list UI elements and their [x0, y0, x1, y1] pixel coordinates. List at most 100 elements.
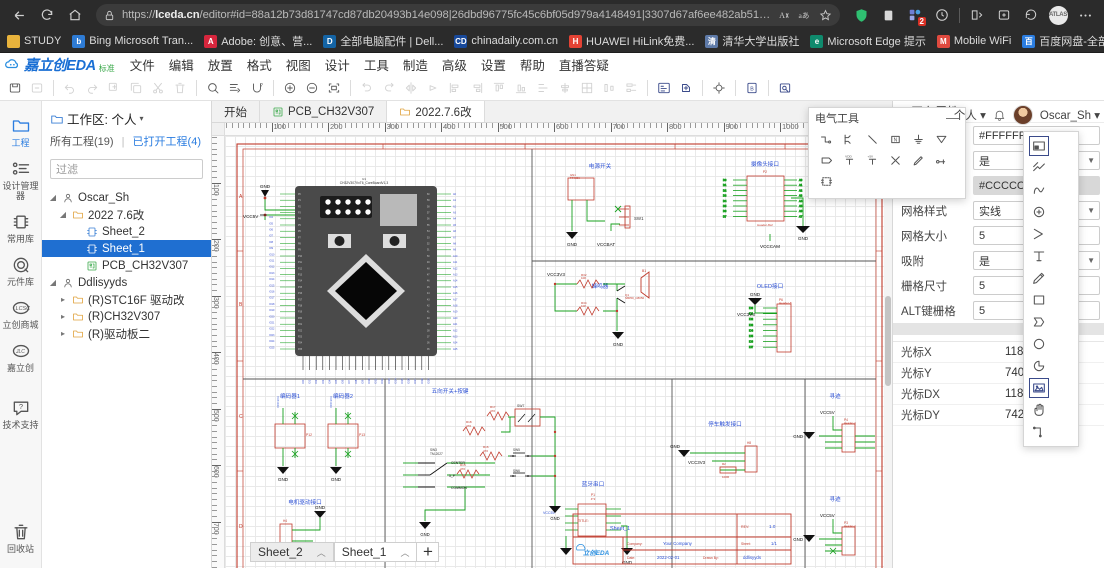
chevron-up-icon[interactable]: ︿: [400, 546, 409, 559]
place-part-icon[interactable]: [1026, 135, 1052, 157]
tree-twisty-icon[interactable]: ◢: [48, 278, 58, 287]
editor-tab-开始[interactable]: 开始: [212, 101, 260, 122]
site-info-icon[interactable]: [104, 10, 115, 21]
menu-item-文件[interactable]: 文件: [123, 53, 162, 76]
undo-search-icon[interactable]: ?: [246, 77, 268, 99]
chevron-down-icon[interactable]: ▼: [1087, 256, 1095, 265]
zoom-in-icon[interactable]: [279, 77, 301, 99]
address-bar[interactable]: https://lceda.cn/editor#id=88a12b73d8174…: [96, 4, 840, 26]
sheet-tab-Sheet_1[interactable]: Sheet_1 ︿: [333, 542, 418, 562]
recent-tabs-icon[interactable]: [1018, 3, 1044, 27]
rectangle-icon[interactable]: [1026, 289, 1052, 311]
project-filter-input[interactable]: 过滤: [50, 159, 203, 179]
panel-toggle-icon[interactable]: B: [741, 77, 763, 99]
menu-item-放置[interactable]: 放置: [201, 53, 240, 76]
rail-item-嘉立创[interactable]: JLC 嘉立创: [0, 334, 42, 377]
polygon-icon[interactable]: [1026, 311, 1052, 333]
hand-pan-icon[interactable]: [1026, 399, 1052, 421]
extensions-icon[interactable]: 2: [902, 3, 928, 27]
polyline-icon[interactable]: [1026, 223, 1052, 245]
tree-node-(R)STC16F 驱动改[interactable]: ▸ (R)STC16F 驱动改: [42, 291, 211, 308]
tree-node-2022 7.6改[interactable]: ◢ 2022 7.6改: [42, 206, 211, 223]
chevron-down-icon[interactable]: ▼: [1087, 156, 1095, 165]
chevron-up-icon[interactable]: ︿: [317, 546, 326, 559]
menu-item-设置[interactable]: 设置: [474, 53, 513, 76]
ellipse-icon[interactable]: [1026, 333, 1052, 355]
drc-check-icon[interactable]: [708, 77, 730, 99]
sheet-symbol-icon[interactable]: [815, 171, 838, 192]
plus5v-flag-icon[interactable]: +5V: [861, 150, 884, 171]
tree-node-Ddlisyyds[interactable]: ◢ Ddlisyyds: [42, 274, 211, 291]
schematic-canvas[interactable]: A B C D U1 CH32V307VxT6_CoreBoardV1.3 P0…: [225, 136, 892, 568]
corner-line-icon[interactable]: [1026, 421, 1052, 443]
bookmark-item[interactable]: 百百度网盘-全部文件: [1022, 33, 1104, 49]
rail-item-工程[interactable]: 工程: [0, 109, 42, 152]
pin-icon[interactable]: [930, 150, 953, 171]
probe-icon[interactable]: [907, 150, 930, 171]
pie-icon[interactable]: [1026, 355, 1052, 377]
user-avatar[interactable]: [1012, 105, 1033, 125]
find-replace-icon[interactable]: [224, 77, 246, 99]
editor-tab-PCB_CH32V307[interactable]: PCB_CH32V307: [260, 101, 388, 122]
tree-twisty-icon[interactable]: ◢: [58, 210, 68, 219]
zoom-fit-icon[interactable]: [323, 77, 345, 99]
tree-node-Sheet_1[interactable]: Sheet_1: [42, 240, 211, 257]
menu-item-编辑[interactable]: 编辑: [162, 53, 201, 76]
tree-twisty-icon[interactable]: ▸: [58, 329, 68, 338]
back-arrow-icon[interactable]: [6, 3, 32, 27]
tree-node-Sheet_2[interactable]: Sheet_2: [42, 223, 211, 240]
bookmark-item[interactable]: STUDY: [7, 34, 61, 48]
convert-pcb-icon[interactable]: [675, 77, 697, 99]
add-sheet-button[interactable]: +: [417, 542, 440, 562]
zigzag-line-icon[interactable]: [1026, 157, 1052, 179]
history-clock-icon[interactable]: [929, 3, 955, 27]
tree-twisty-icon[interactable]: ▸: [58, 295, 68, 304]
text-icon[interactable]: [1026, 245, 1052, 267]
drawing-tools-panel[interactable]: [1023, 131, 1079, 447]
bom-icon[interactable]: [653, 77, 675, 99]
canvas-vertical-scrollbar[interactable]: [884, 136, 892, 568]
sheet-tab-Sheet_2[interactable]: Sheet_2 ︿: [250, 542, 334, 562]
netflag-vcc-icon[interactable]: [930, 129, 953, 150]
rail-item-技术支持[interactable]: ? 技术支持: [0, 391, 42, 434]
tree-node-PCB_CH32V307[interactable]: PCB_CH32V307: [42, 257, 211, 274]
rail-item-元件库[interactable]: 元件库: [0, 248, 42, 291]
bookmark-item[interactable]: A Adobe: 创意、营...: [204, 33, 312, 49]
bookmark-item[interactable]: e Microsoft Edge 提示: [810, 33, 926, 49]
rail-item-常用库[interactable]: 常用库: [0, 205, 42, 248]
bookmark-item[interactable]: b Bing Microsoft Tran...: [72, 34, 193, 48]
shield-icon[interactable]: [848, 3, 874, 27]
netport-icon[interactable]: [815, 150, 838, 171]
pencil-icon[interactable]: [1026, 267, 1052, 289]
netlabel-icon[interactable]: N: [884, 129, 907, 150]
menu-item-制造[interactable]: 制造: [396, 53, 435, 76]
translate-icon[interactable]: aあ: [798, 9, 812, 22]
wire-icon[interactable]: [815, 129, 838, 150]
home-icon[interactable]: [62, 3, 88, 27]
open-projects-link[interactable]: 已打开工程(4): [133, 136, 201, 148]
menu-item-高级[interactable]: 高级: [435, 53, 474, 76]
all-projects-link[interactable]: 所有工程(19): [50, 136, 114, 148]
bookmark-item[interactable]: CD chinadaily.com.cn: [454, 34, 558, 48]
tree-node-(R)CH32V307[interactable]: ▸ (R)CH32V307: [42, 308, 211, 325]
bus-entry-icon[interactable]: [861, 129, 884, 150]
vdd-flag-icon[interactable]: VDD: [838, 150, 861, 171]
tree-node-Oscar_Sh[interactable]: ◢ Oscar_Sh: [42, 189, 211, 206]
circle-center-icon[interactable]: [1026, 201, 1052, 223]
tree-twisty-icon[interactable]: ◢: [48, 193, 58, 202]
rail-item-立创商城[interactable]: LCSC 立创商城: [0, 291, 42, 334]
favorite-star-icon[interactable]: [819, 9, 832, 22]
menu-item-工具[interactable]: 工具: [357, 53, 396, 76]
bookmark-item[interactable]: H HUAWEI HiLink免费...: [569, 33, 694, 49]
chevron-down-icon[interactable]: ▼: [1087, 206, 1095, 215]
rail-item-设计管理器[interactable]: 设计管理器: [0, 152, 42, 205]
person-menu[interactable]: 个人 ▾: [954, 107, 986, 123]
arc-icon[interactable]: [1026, 179, 1052, 201]
zoom-out-icon[interactable]: [301, 77, 323, 99]
workspace-selector[interactable]: 工作区: 个人 ▾: [50, 109, 203, 128]
netflag-gnd-icon[interactable]: [907, 129, 930, 150]
menu-item-视图[interactable]: 视图: [279, 53, 318, 76]
reload-icon[interactable]: [34, 3, 60, 27]
rail-item-回收站[interactable]: 回收站: [0, 515, 42, 558]
tree-node-(R)驱动板二[interactable]: ▸ (R)驱动板二: [42, 325, 211, 342]
